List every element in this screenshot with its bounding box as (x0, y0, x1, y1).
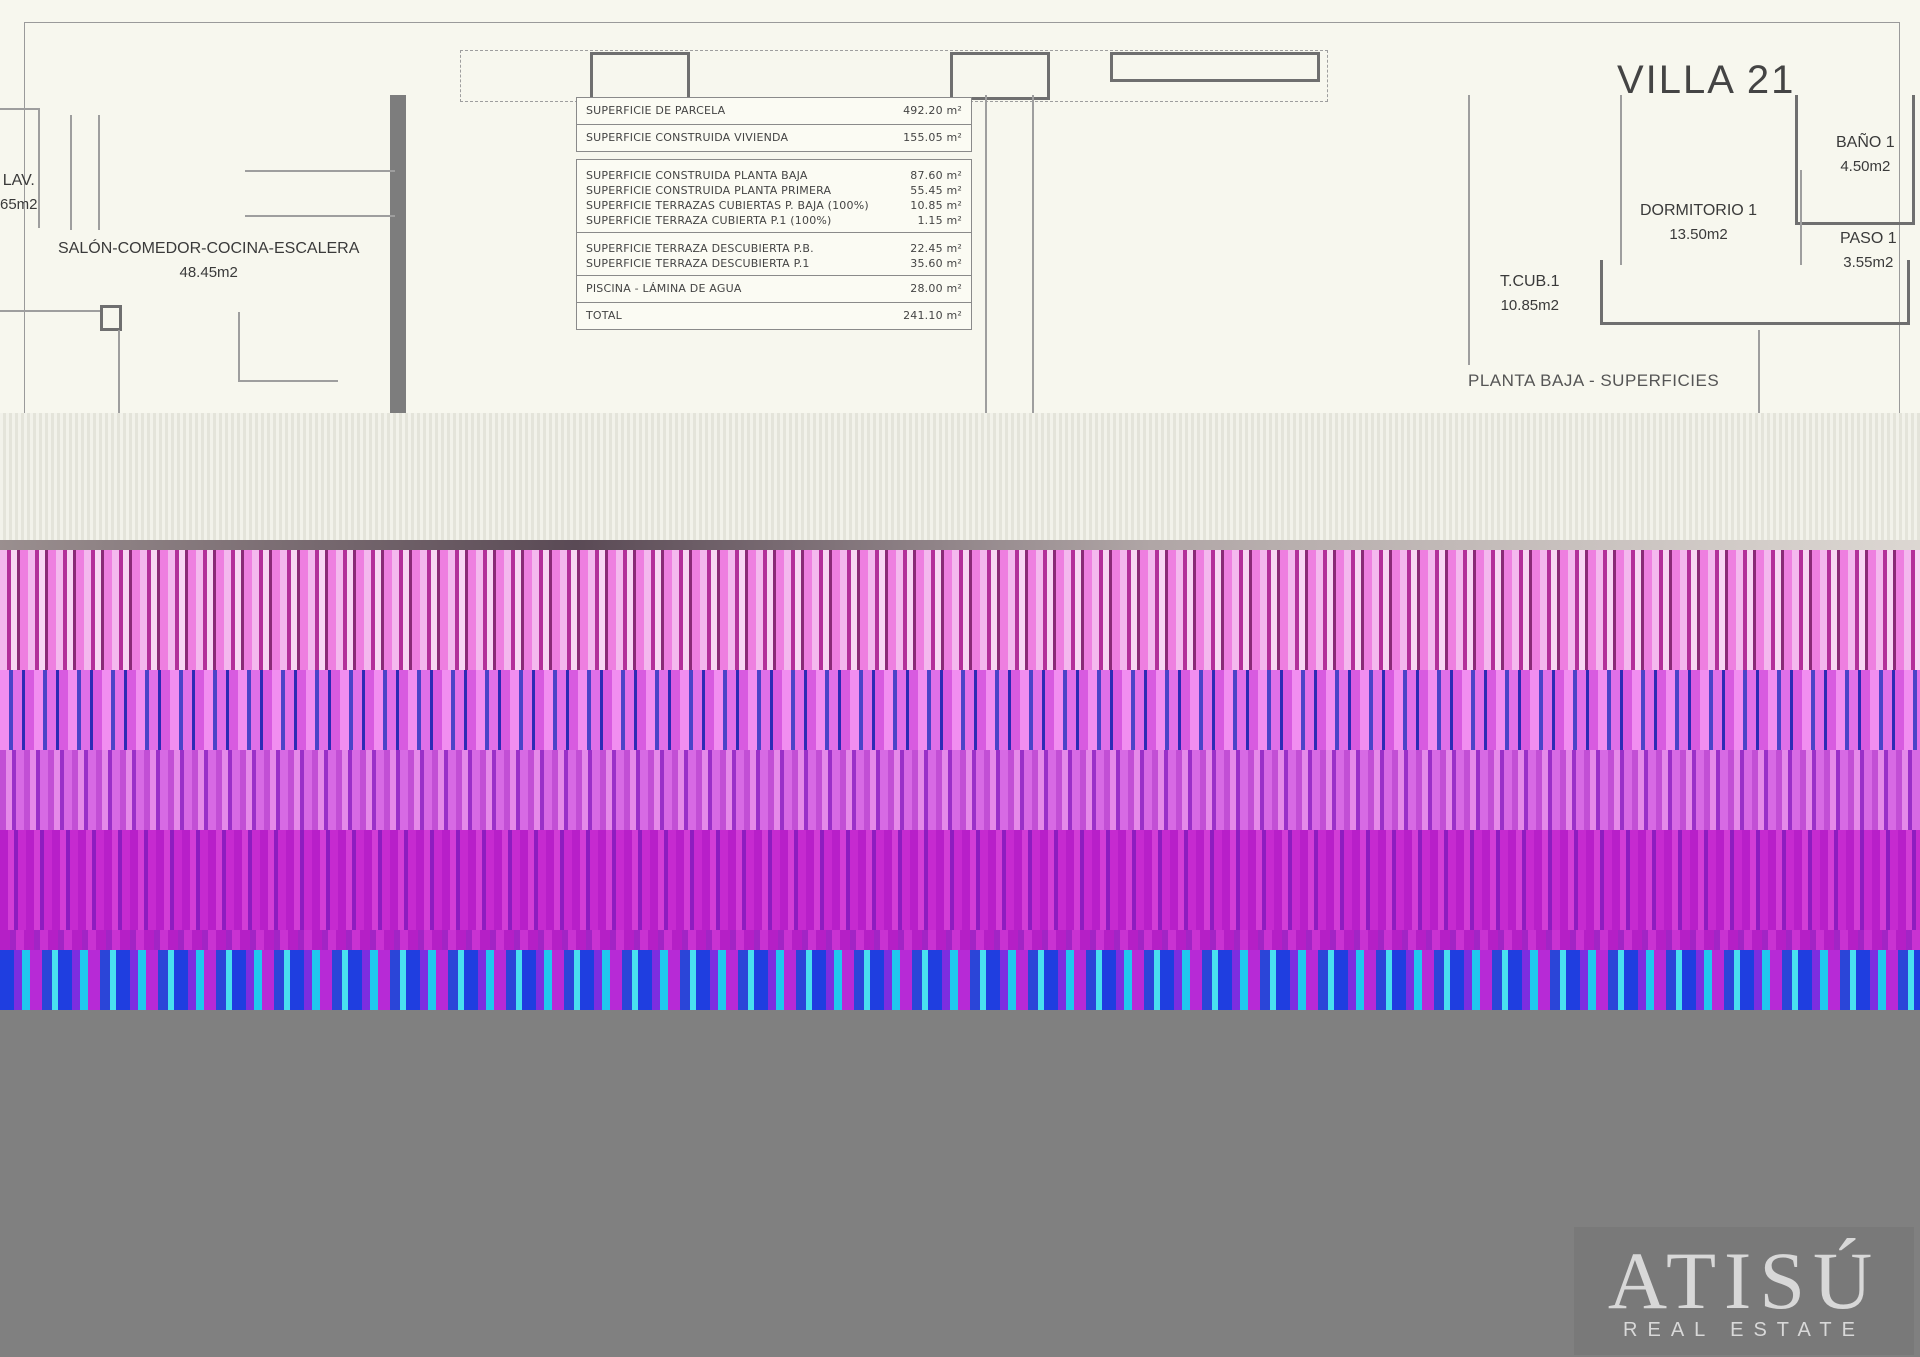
room-paso-1: PASO 1 3.55m2 (1840, 230, 1897, 271)
dither-band (0, 413, 1920, 540)
row-label: TOTAL (586, 309, 622, 322)
table-block-piscina: PISCINA - LÁMINA DE AGUA 28.00 m² (576, 276, 972, 303)
kitchen-counter (245, 215, 395, 217)
row-label: SUPERFICIE CONSTRUIDA PLANTA BAJA (586, 169, 808, 182)
table-block-descubierta: SUPERFICIE TERRAZA DESCUBIERTA P.B. 22.4… (576, 233, 972, 276)
table-row: SUPERFICIE TERRAZAS CUBIERTAS P. BAJA (1… (577, 198, 971, 213)
table-row: TOTAL 241.10 m² (577, 303, 971, 329)
wall-line (1758, 330, 1760, 415)
table-block-parcela: SUPERFICIE DE PARCELA 492.20 m² (576, 97, 972, 124)
wall-line (0, 310, 100, 312)
section-title: PLANTA BAJA - SUPERFICIES (1468, 371, 1720, 390)
row-value: 1.15 m² (917, 214, 962, 227)
room-lav: LAV. 65m2 (0, 172, 38, 213)
table-row: SUPERFICIE CONSTRUIDA VIVIENDA 155.05 m² (577, 125, 971, 151)
row-value: 10.85 m² (910, 199, 962, 212)
wall-line (985, 95, 987, 415)
glitch-band (0, 830, 1920, 930)
row-label: SUPERFICIE TERRAZA DESCUBIERTA P.B. (586, 242, 814, 255)
table-block-vivienda: SUPERFICIE CONSTRUIDA VIVIENDA 155.05 m² (576, 124, 972, 152)
wall-line (38, 108, 40, 228)
wall-line (118, 330, 120, 415)
wall-line (1032, 95, 1034, 415)
room-bano-1: BAÑO 1 4.50m2 (1836, 134, 1895, 175)
table-line (238, 312, 240, 382)
row-value: 35.60 m² (910, 257, 962, 270)
row-label: SUPERFICIE DE PARCELA (586, 104, 726, 117)
floor-plan-image: VILLA 21 LAV. 65m2 SALÓN-COMEDOR-COCINA-… (0, 0, 1920, 540)
column (100, 305, 122, 331)
corrupted-image-region (0, 540, 1920, 1010)
table-block-construida: SUPERFICIE CONSTRUIDA PLANTA BAJA 87.60 … (576, 159, 972, 233)
table-row: PISCINA - LÁMINA DE AGUA 28.00 m² (577, 276, 971, 302)
row-value: 55.45 m² (910, 184, 962, 197)
watermark-tagline: REAL ESTATE (1623, 1319, 1865, 1341)
table-row: SUPERFICIE TERRAZA DESCUBIERTA P.1 35.60… (577, 256, 971, 271)
villa-title: VILLA 21 (1617, 58, 1796, 98)
row-label: SUPERFICIE CONSTRUIDA PLANTA PRIMERA (586, 184, 832, 197)
glitch-band (0, 670, 1920, 750)
wall-line (1468, 95, 1470, 365)
glitch-band (0, 950, 1920, 1010)
table-row: SUPERFICIE DE PARCELA 492.20 m² (577, 98, 971, 124)
glitch-band (0, 930, 1920, 950)
table-line (238, 380, 338, 382)
table-row: SUPERFICIE CONSTRUIDA PLANTA BAJA 87.60 … (577, 168, 971, 183)
room-terraza-cubierta-1: T.CUB.1 10.85m2 (1500, 273, 1560, 314)
room-dormitorio-1: DORMITORIO 1 13.50m2 (1640, 202, 1758, 243)
table-block-total: TOTAL 241.10 m² (576, 303, 972, 330)
row-value: 241.10 m² (903, 309, 962, 322)
stair-line (98, 115, 100, 230)
row-value: 28.00 m² (910, 282, 962, 295)
wall-segment (590, 52, 690, 100)
wall-line (0, 108, 40, 110)
table-row: SUPERFICIE TERRAZA CUBIERTA P.1 (100%) 1… (577, 213, 971, 228)
surfaces-table: SUPERFICIE DE PARCELA 492.20 m² SUPERFIC… (576, 97, 972, 337)
glitch-band (0, 750, 1920, 830)
row-label: SUPERFICIE TERRAZA DESCUBIERTA P.1 (586, 257, 810, 270)
stair-line (70, 115, 72, 230)
row-label: SUPERFICIE CONSTRUIDA VIVIENDA (586, 131, 789, 144)
row-label: SUPERFICIE TERRAZAS CUBIERTAS P. BAJA (1… (586, 199, 869, 212)
watermark: ATISÚ REAL ESTATE (1574, 1227, 1914, 1355)
row-label: PISCINA - LÁMINA DE AGUA (586, 282, 742, 295)
table-row: SUPERFICIE TERRAZA DESCUBIERTA P.B. 22.4… (577, 241, 971, 256)
wall-segment (1110, 52, 1320, 82)
wall-line (1800, 170, 1802, 265)
wall-line (1620, 95, 1622, 265)
glitch-band (0, 540, 1920, 550)
table-row: SUPERFICIE CONSTRUIDA PLANTA PRIMERA 55.… (577, 183, 971, 198)
wall-segment (950, 52, 1050, 100)
glitch-band (0, 550, 1920, 670)
watermark-logo: ATISÚ (1607, 1235, 1881, 1326)
row-label: SUPERFICIE TERRAZA CUBIERTA P.1 (100%) (586, 214, 832, 227)
kitchen-counter (245, 170, 395, 172)
wall-column (390, 95, 406, 415)
row-value: 22.45 m² (910, 242, 962, 255)
room-salon-comedor: SALÓN-COMEDOR-COCINA-ESCALERA 48.45m2 (58, 240, 360, 281)
row-value: 87.60 m² (910, 169, 962, 182)
row-value: 155.05 m² (903, 131, 962, 144)
row-value: 492.20 m² (903, 104, 962, 117)
